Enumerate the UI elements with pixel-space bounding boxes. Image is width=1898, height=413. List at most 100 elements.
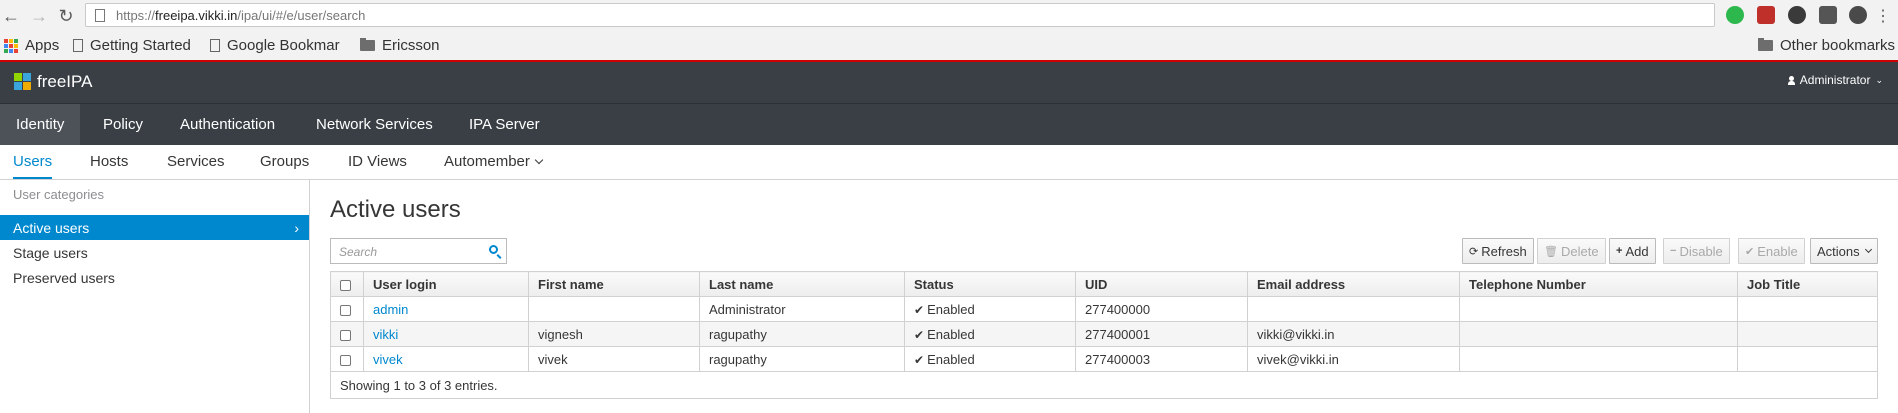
secondary-nav: Users Hosts Services Groups ID Views Aut… [0,145,1898,180]
subtab-hosts[interactable]: Hosts [90,153,128,170]
brand[interactable]: freeIPA [14,72,92,92]
vpn-extension-icon[interactable] [1849,6,1867,24]
email-cell: vikki@vikki.in [1247,321,1460,347]
sidebar-item-active-users[interactable]: Active users › [0,215,309,240]
page-info-icon[interactable] [95,8,105,22]
user-menu[interactable]: Administrator ⌄ [1787,73,1883,87]
bookmark-apps[interactable]: Apps [4,37,59,54]
phone-cell [1459,296,1738,322]
check-icon: ✔ [914,302,925,317]
phone-cell [1459,346,1738,372]
column-header[interactable]: Telephone Number [1459,271,1738,297]
check-icon: ✔ [914,352,925,367]
minus-icon: − [1670,245,1677,257]
bookmark-google-bookmarks[interactable]: Google Bookmar [210,37,340,54]
folder-icon [1758,38,1773,51]
tab-authentication[interactable]: Authentication [180,104,275,145]
plus-icon: + [1616,245,1623,257]
tab-ipa-server[interactable]: IPA Server [469,104,540,145]
bookmark-extension-icon[interactable] [1757,6,1775,24]
uid-cell: 277400003 [1075,346,1248,372]
page-icon [210,39,220,52]
job-title-cell [1737,296,1878,322]
dropper-extension-icon[interactable] [1819,6,1837,24]
column-header[interactable]: User login [363,271,529,297]
freeipa-logo-icon [14,73,31,91]
bookmark-getting-started[interactable]: Getting Started [73,37,191,54]
octocat-extension-icon[interactable] [1788,6,1806,24]
grammarly-extension-icon[interactable] [1726,6,1744,24]
back-arrow-icon[interactable]: ← [0,5,22,27]
tab-network-services[interactable]: Network Services [316,104,433,145]
first-name-cell: vivek [528,346,700,372]
user-login-link[interactable]: vikki [373,327,398,342]
other-bookmarks[interactable]: Other bookmarks [1758,37,1895,54]
column-header[interactable]: Job Title [1737,271,1878,297]
column-header[interactable]: First name [528,271,700,297]
sidebar-item-stage-users[interactable]: Stage users [0,240,309,265]
subtab-services[interactable]: Services [167,153,225,170]
uid-cell: 277400000 [1075,296,1248,322]
row-checkbox[interactable] [340,354,351,366]
sidebar-item-preserved-users[interactable]: Preserved users [0,265,309,290]
first-name-cell [528,296,700,322]
first-name-cell: vignesh [528,321,700,347]
status-cell: ✔ Enabled [904,296,1076,322]
last-name-cell: ragupathy [699,321,905,347]
subtab-users[interactable]: Users [13,153,53,179]
column-header[interactable]: Status [904,271,1076,297]
search-input[interactable] [337,240,481,264]
job-title-cell [1737,321,1878,347]
row-checkbox[interactable] [340,329,351,341]
tab-policy[interactable]: Policy [103,104,143,145]
pagination-summary: Showing 1 to 3 of 3 entries. [330,371,1878,399]
column-header[interactable]: UID [1075,271,1248,297]
status-cell: ✔ Enabled [904,346,1076,372]
column-header[interactable]: Email address [1247,271,1460,297]
last-name-cell: Administrator [699,296,905,322]
table-row: vivek vivek ragupathy ✔ Enabled 277400003… [330,346,1878,372]
user-icon [1787,75,1795,85]
select-all-cell [330,271,364,297]
browser-menu-icon[interactable]: ⋮ [1872,5,1894,27]
bookmarks-bar: Apps Getting Started Google Bookmar Eric… [0,32,1898,62]
page-icon [73,39,83,52]
page-title: Active users [330,196,461,223]
search-box [330,238,507,264]
tab-identity[interactable]: Identity [0,104,81,145]
email-cell [1247,296,1460,322]
row-checkbox[interactable] [340,304,351,316]
status-cell: ✔ Enabled [904,321,1076,347]
enable-button[interactable]: ✔ Enable [1738,238,1805,264]
subtab-automember[interactable]: Automember [444,153,544,170]
user-login-link[interactable]: admin [373,302,408,317]
forward-arrow-icon[interactable]: → [28,5,50,27]
uid-cell: 277400001 [1075,321,1248,347]
add-button[interactable]: + Add [1609,238,1656,264]
trash-icon: 🗑 [1544,245,1558,258]
disable-button[interactable]: − Disable [1663,238,1730,264]
subtab-id-views[interactable]: ID Views [348,153,407,170]
primary-nav: Identity Policy Authentication Network S… [0,103,1898,145]
chevron-right-icon: › [294,220,299,236]
user-login-link[interactable]: vivek [373,352,403,367]
check-icon: ✔ [914,327,925,342]
column-header[interactable]: Last name [699,271,905,297]
delete-button[interactable]: 🗑 Delete [1537,238,1606,264]
apps-grid-icon [4,38,18,53]
reload-icon[interactable]: ↻ [55,5,77,27]
main-content: Active users ⟳Refresh 🗑Delete +Add −Disa… [310,180,1898,413]
actions-dropdown[interactable]: Actions [1810,238,1878,264]
folder-icon [360,38,375,51]
select-all-checkbox[interactable] [340,279,351,291]
phone-cell [1459,321,1738,347]
bookmark-ericsson[interactable]: Ericsson [360,37,440,54]
chevron-down-icon: ⌄ [1875,74,1883,85]
search-icon[interactable] [489,245,498,254]
users-table: User login First name Last name Status U… [330,271,1878,399]
subtab-groups[interactable]: Groups [260,153,309,170]
sidebar: User categories Active users › Stage use… [0,180,310,413]
refresh-button[interactable]: ⟳ Refresh [1462,238,1534,264]
address-bar[interactable]: https://freeipa.vikki.in/ipa/ui/#/e/user… [85,3,1715,27]
email-cell: vivek@vikki.in [1247,346,1460,372]
